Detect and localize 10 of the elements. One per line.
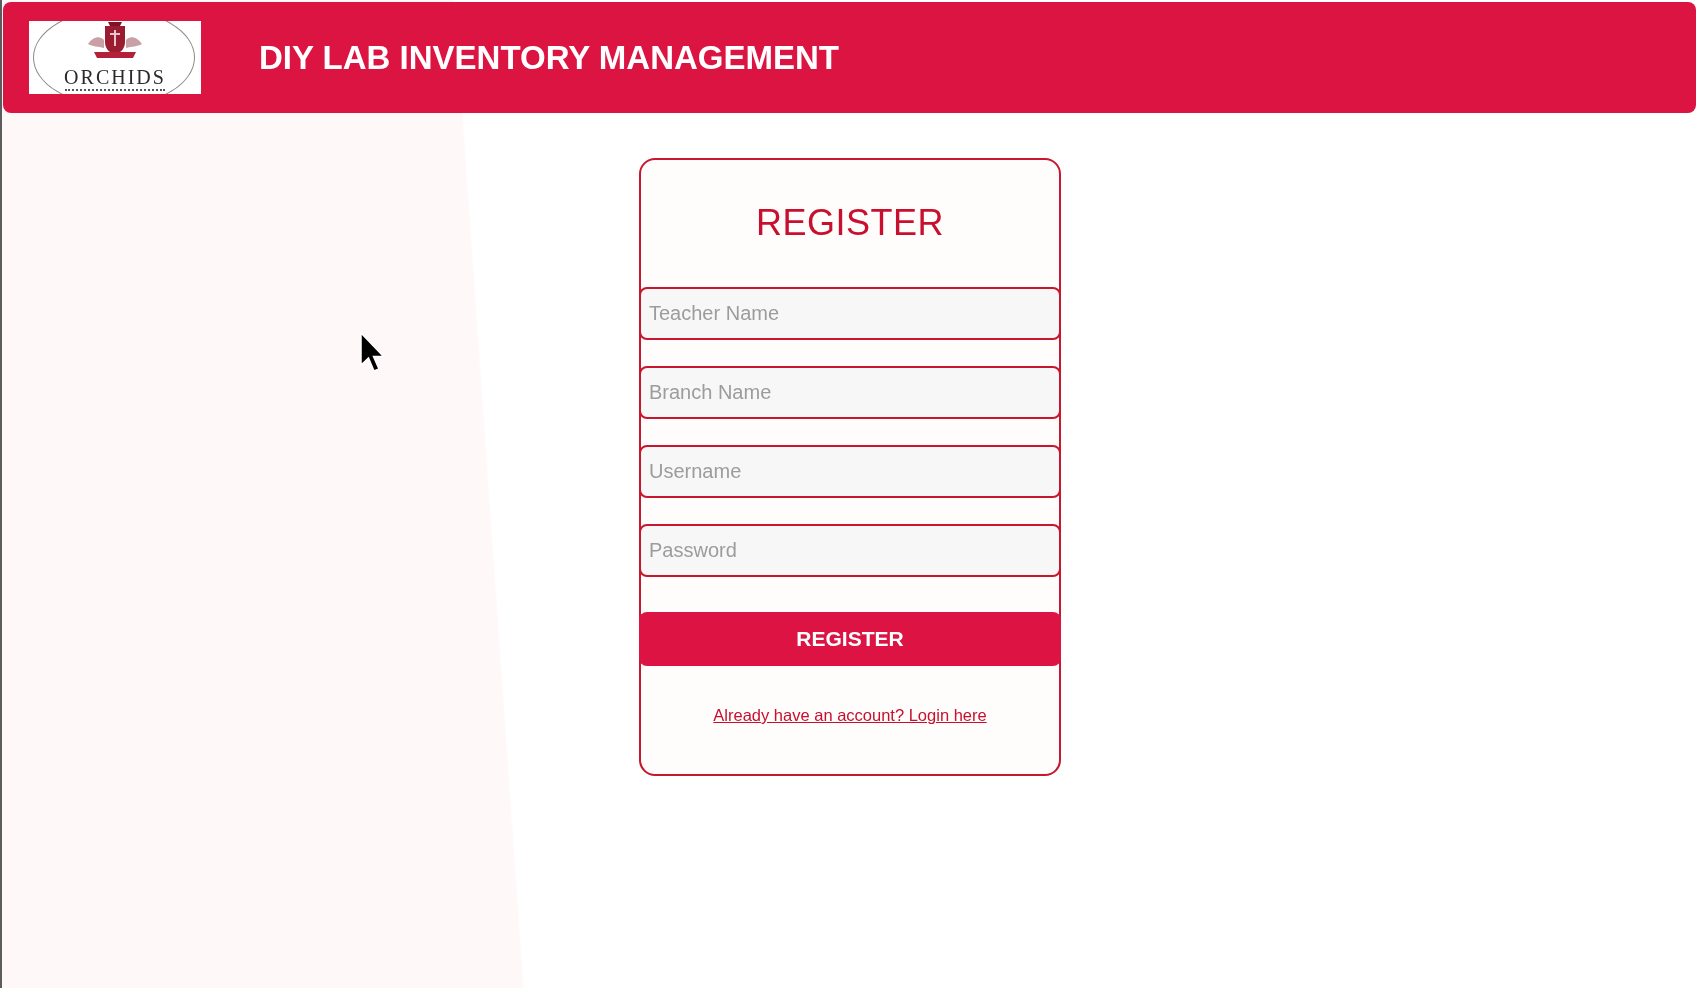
app-title: DIY LAB INVENTORY MANAGEMENT bbox=[259, 37, 839, 78]
logo-text: ORCHIDS bbox=[64, 67, 166, 87]
pointer-cursor-icon bbox=[360, 332, 386, 374]
register-button[interactable]: REGISTER bbox=[639, 612, 1061, 666]
form-title: REGISTER bbox=[755, 201, 945, 245]
input-field[interactable]: Teacher Name bbox=[639, 287, 1061, 340]
login-link[interactable]: Already have an account? Login here bbox=[713, 706, 987, 724]
input-field[interactable]: Branch Name bbox=[639, 366, 1061, 419]
input-field[interactable]: Username bbox=[639, 445, 1061, 498]
input-field[interactable]: Password bbox=[639, 524, 1061, 577]
